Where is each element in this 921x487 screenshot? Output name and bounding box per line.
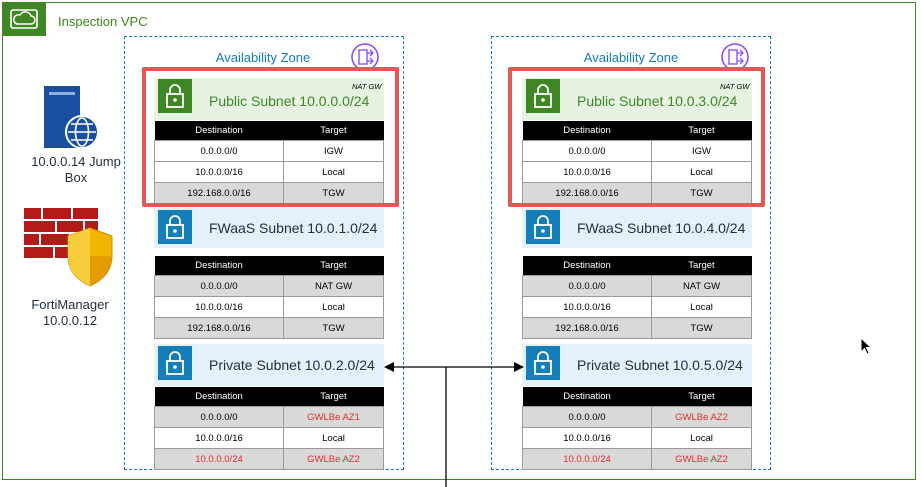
connector-lines (384, 362, 524, 487)
arrow-head-left (384, 362, 394, 372)
arrow-head-right (514, 362, 524, 372)
mouse-cursor-icon (860, 336, 874, 357)
